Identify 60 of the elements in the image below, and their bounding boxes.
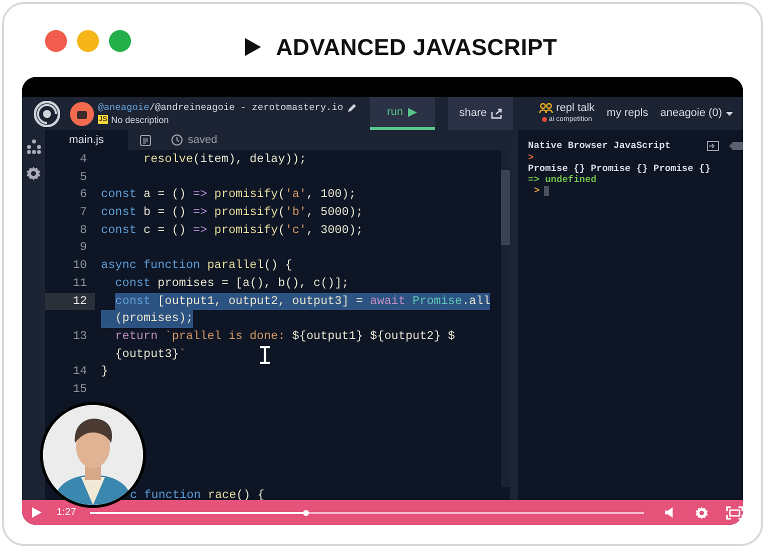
- line-number: 12: [45, 292, 95, 310]
- clear-icon[interactable]: [728, 142, 743, 150]
- user-menu[interactable]: aneagoie (0): [660, 105, 722, 122]
- exit-icon[interactable]: [706, 140, 719, 150]
- file-tab[interactable]: main.js: [45, 130, 128, 150]
- files-icon[interactable]: [26, 139, 42, 154]
- fullscreen-icon[interactable]: [726, 506, 743, 520]
- logo-icon[interactable]: [34, 100, 60, 126]
- console-title: Native Browser JavaScript: [528, 140, 671, 151]
- line-number: 7: [78, 204, 88, 222]
- repl-talk-link[interactable]: repl talk: [556, 102, 595, 114]
- settings-icon[interactable]: [26, 166, 41, 181]
- line-number: 15: [72, 380, 88, 398]
- play-icon[interactable]: [32, 507, 42, 518]
- file-icon[interactable]: [140, 134, 151, 146]
- avatar-icon: [70, 102, 94, 126]
- code-line: async function parallel() {: [101, 257, 292, 274]
- course-title: ADVANCED JAVASCRIPT: [276, 33, 558, 62]
- code-line: const promises = [a(), b(), c()];: [115, 274, 349, 292]
- caret-icon[interactable]: [726, 112, 733, 116]
- text-cursor-icon: [258, 346, 272, 364]
- line-number: 13: [72, 328, 88, 345]
- console-line: >: [533, 185, 540, 196]
- line-number: 4: [78, 151, 88, 168]
- progress-thumb[interactable]: [302, 510, 309, 516]
- line-number: 6: [78, 186, 88, 204]
- settings-icon[interactable]: [695, 506, 709, 520]
- code-line: }: [101, 363, 108, 380]
- console-line: => undefined: [528, 174, 596, 185]
- line-number: 5: [78, 168, 88, 186]
- code-line: return `prallel is done: ${output1} ${output2} $: [115, 328, 455, 345]
- selected-code: (promises);: [101, 310, 194, 328]
- line-number: 8: [78, 222, 88, 239]
- history-icon: [170, 134, 183, 146]
- console-line: Promise {} Promise {} Promise {}: [528, 163, 710, 174]
- line-number: 14: [72, 363, 88, 380]
- code-line: const c = () => promisify('c', 3000);: [101, 222, 363, 239]
- console-line: >: [528, 152, 534, 163]
- nav-link[interactable]: my repls: [606, 105, 648, 122]
- repl-description: No description: [111, 114, 169, 126]
- line-number: 9: [78, 239, 88, 256]
- people-icon: [539, 102, 554, 114]
- playback-time: 1:27: [56, 506, 76, 520]
- run-button[interactable]: run: [370, 97, 435, 130]
- save-status: saved: [188, 132, 218, 148]
- code-line: const a = () => promisify('a', 100);: [101, 186, 356, 204]
- share-icon: [490, 108, 502, 119]
- line-number: 10: [72, 257, 88, 274]
- play-icon: [406, 106, 418, 118]
- line-number: 11: [72, 274, 88, 292]
- play-icon: [244, 37, 262, 58]
- text-caret-icon: [544, 186, 549, 196]
- repl-name[interactable]: @aneagoie/@andreineagoie - zerotomastery.io: [98, 102, 344, 114]
- selected-code: const [output1, output2, output3] = await Promise.all: [115, 292, 490, 310]
- pencil-icon[interactable]: [347, 102, 358, 112]
- share-button[interactable]: share: [448, 97, 513, 130]
- code-line: {output3}`: [115, 346, 186, 363]
- code-line: resolve(item), delay));: [143, 151, 306, 168]
- volume-icon[interactable]: [664, 507, 674, 518]
- code-line: const b = () => promisify('b', 5000);: [101, 204, 363, 222]
